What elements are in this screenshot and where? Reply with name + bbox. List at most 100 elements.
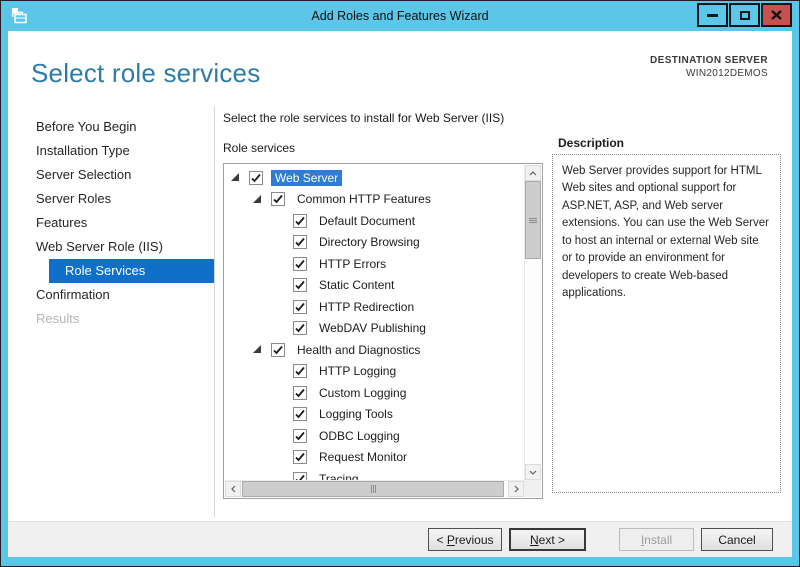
checkbox-default-document[interactable]: [293, 214, 307, 228]
checkmark-icon: [294, 408, 306, 420]
vertical-scrollbar[interactable]: [524, 165, 541, 480]
tree-item-label: Default Document: [315, 213, 419, 229]
tree-rows: Web Server Common HTTP Features Default Do…: [225, 165, 524, 481]
client-area: Select role services DESTINATION SERVER …: [8, 31, 792, 557]
previous-button[interactable]: < Previous: [428, 528, 502, 551]
horizontal-scroll-thumb[interactable]: [242, 481, 504, 497]
sidebar-item-web-server-role-iis[interactable]: Web Server Role (IIS): [8, 235, 214, 259]
checkbox-common-http-features[interactable]: [271, 192, 285, 206]
horizontal-scrollbar[interactable]: [225, 480, 524, 497]
tree-item-label: ODBC Logging: [315, 428, 404, 444]
tree-item-label: Directory Browsing: [315, 234, 424, 250]
checkmark-icon: [294, 430, 306, 442]
tree-row-directory-browsing[interactable]: Directory Browsing: [225, 232, 524, 254]
close-button[interactable]: [761, 3, 792, 27]
tree-item-label: HTTP Logging: [315, 363, 400, 379]
tree-row-http-redirection[interactable]: HTTP Redirection: [225, 296, 524, 318]
checkbox-webdav-publishing[interactable]: [293, 321, 307, 335]
page-title: Select role services: [31, 58, 260, 89]
next-button[interactable]: Next >: [509, 528, 586, 551]
sidebar: Before You BeginInstallation TypeServer …: [8, 106, 215, 517]
scroll-up-button[interactable]: [525, 165, 541, 181]
titlebar[interactable]: Add Roles and Features Wizard: [1, 1, 799, 31]
checkmark-icon: [294, 322, 306, 334]
cancel-button[interactable]: Cancel: [701, 528, 773, 551]
vertical-scroll-thumb[interactable]: [525, 181, 541, 259]
tree-indent: [225, 285, 275, 286]
checkbox-custom-logging[interactable]: [293, 386, 307, 400]
role-services-tree[interactable]: Web Server Common HTTP Features Default Do…: [223, 163, 543, 499]
chevron-up-icon: [529, 171, 537, 176]
expand-arrow-icon[interactable]: [253, 195, 271, 204]
checkmark-icon: [272, 344, 284, 356]
checkbox-request-monitor[interactable]: [293, 450, 307, 464]
tree-indent: [225, 414, 275, 415]
scrollbar-corner: [524, 480, 541, 497]
footer-buttons: < Previous Next > Install Cancel: [8, 521, 792, 557]
sidebar-item-features[interactable]: Features: [8, 211, 214, 235]
tree-row-default-document[interactable]: Default Document: [225, 210, 524, 232]
thumb-grip-icon: [371, 485, 376, 493]
checkbox-logging-tools[interactable]: [293, 407, 307, 421]
scroll-right-button[interactable]: [508, 481, 524, 497]
sidebar-item-server-roles[interactable]: Server Roles: [8, 187, 214, 211]
tree-item-label: Static Content: [315, 277, 398, 293]
tree-row-logging-tools[interactable]: Logging Tools: [225, 404, 524, 426]
checkbox-http-logging[interactable]: [293, 364, 307, 378]
destination-server-name: WIN2012DEMOS: [650, 68, 768, 79]
scroll-down-button[interactable]: [525, 464, 541, 480]
tree-row-webdav-publishing[interactable]: WebDAV Publishing: [225, 318, 524, 340]
destination-server-label: DESTINATION SERVER: [650, 55, 768, 66]
close-icon: [771, 10, 782, 20]
install-button: Install: [619, 528, 694, 551]
tree-item-label: Health and Diagnostics: [293, 342, 424, 358]
instruction-text: Select the role services to install for …: [223, 111, 504, 125]
tree-row-custom-logging[interactable]: Custom Logging: [225, 382, 524, 404]
minimize-button[interactable]: [697, 3, 728, 27]
tree-row-odbc-logging[interactable]: ODBC Logging: [225, 425, 524, 447]
maximize-button[interactable]: [729, 3, 760, 27]
wizard-header: Select role services DESTINATION SERVER …: [8, 31, 792, 106]
expand-arrow-icon[interactable]: [253, 345, 271, 354]
tree-row-http-logging[interactable]: HTTP Logging: [225, 361, 524, 383]
tree-indent: [225, 349, 253, 350]
sidebar-item-before-you-begin[interactable]: Before You Begin: [8, 115, 214, 139]
window-controls: [696, 3, 792, 27]
tree-row-http-errors[interactable]: HTTP Errors: [225, 253, 524, 275]
tree-indent: [225, 220, 275, 221]
chevron-right-icon: [514, 485, 519, 493]
tree-indent: [225, 457, 275, 458]
description-text: Web Server provides support for HTML Web…: [562, 163, 771, 303]
checkmark-icon: [294, 258, 306, 270]
sidebar-item-installation-type[interactable]: Installation Type: [8, 139, 214, 163]
minimize-icon: [707, 14, 718, 17]
checkbox-http-redirection[interactable]: [293, 300, 307, 314]
checkbox-static-content[interactable]: [293, 278, 307, 292]
checkbox-health-and-diagnostics[interactable]: [271, 343, 285, 357]
sidebar-item-confirmation[interactable]: Confirmation: [8, 283, 214, 307]
tree-indent: [225, 242, 275, 243]
tree-item-label: HTTP Redirection: [315, 299, 418, 315]
checkbox-http-errors[interactable]: [293, 257, 307, 271]
tree-item-label: Logging Tools: [315, 406, 397, 422]
sidebar-item-server-selection[interactable]: Server Selection: [8, 163, 214, 187]
tree-row-common-http-features[interactable]: Common HTTP Features: [225, 189, 524, 211]
checkmark-icon: [294, 236, 306, 248]
window-title: Add Roles and Features Wizard: [1, 1, 799, 31]
checkmark-icon: [272, 193, 284, 205]
tree-item-label: Common HTTP Features: [293, 191, 435, 207]
checkbox-directory-browsing[interactable]: [293, 235, 307, 249]
checkbox-web-server[interactable]: [249, 171, 263, 185]
tree-row-web-server[interactable]: Web Server: [225, 167, 524, 189]
tree-indent: [225, 263, 275, 264]
checkbox-odbc-logging[interactable]: [293, 429, 307, 443]
expand-arrow-icon[interactable]: [231, 173, 249, 182]
tree-row-health-and-diagnostics[interactable]: Health and Diagnostics: [225, 339, 524, 361]
sidebar-item-role-services[interactable]: Role Services: [49, 259, 214, 283]
chevron-left-icon: [231, 485, 236, 493]
tree-item-label: WebDAV Publishing: [315, 320, 430, 336]
tree-row-static-content[interactable]: Static Content: [225, 275, 524, 297]
tree-row-request-monitor[interactable]: Request Monitor: [225, 447, 524, 469]
scroll-left-button[interactable]: [225, 481, 241, 497]
tree-item-label: Request Monitor: [315, 449, 411, 465]
